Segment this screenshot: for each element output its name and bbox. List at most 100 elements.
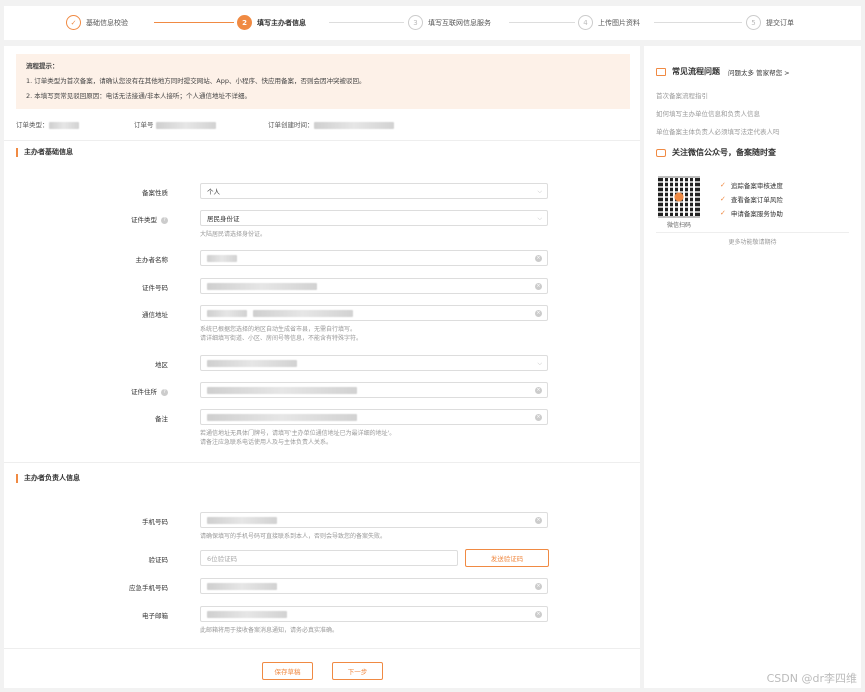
step-label: 基础信息校验 <box>86 18 128 27</box>
step-sponsor-info[interactable]: 2 填写主办者信息 <box>237 15 306 30</box>
faq-link[interactable]: 首次备案流程指引 <box>656 90 708 100</box>
field-label: 主办者名称 <box>135 256 169 264</box>
watermark: CSDN @dr李四维 <box>766 672 857 685</box>
notice-line: 1. 订单类型为首次备案，请确认您没有在其他地方同时提交网站、App、小程序、快… <box>26 77 366 85</box>
email-hint: 此邮箱将用于接收备案消息通知，请务必真实准确。 <box>200 627 339 634</box>
remark-input[interactable]: × <box>200 409 548 425</box>
side-panel: 常见流程问题 问题太多 管家帮您 > 首次备案流程指引 如何填写主办单位信息和负… <box>644 46 861 688</box>
step-submit-order[interactable]: 5 提交订单 <box>746 15 794 30</box>
field-label: 应急手机号码 <box>129 584 168 592</box>
field-label: 地区 <box>155 361 168 369</box>
notice-line: 2. 本填写页常见驳回原因：电话无法接通/非本人接听；个人通信地址不详细。 <box>26 92 251 100</box>
field-label: 证件类型? <box>68 214 168 224</box>
faq-header: 常见流程问题 问题太多 管家帮您 > <box>656 66 790 77</box>
check-icon: ✓ <box>720 209 726 217</box>
step-internet-service[interactable]: 3 填写互联网信息服务 <box>408 15 491 30</box>
id-type-hint: 大陆居民请选择身份证。 <box>200 231 267 238</box>
check-icon: ✓ <box>720 181 726 189</box>
qr-caption: 微信扫码 <box>666 222 691 229</box>
clear-icon[interactable]: × <box>535 387 542 394</box>
help-icon[interactable]: ? <box>161 388 168 396</box>
help-icon[interactable]: ? <box>161 216 168 224</box>
step-upload-images[interactable]: 4 上传图片资料 <box>578 15 640 30</box>
field-label: 证件号码 <box>142 284 168 292</box>
address-hint: 系统已根据您选择的地区自动生成省市县，无需自行填写。 <box>200 326 357 333</box>
step-label: 填写主办者信息 <box>257 18 306 27</box>
step-label: 上传图片资料 <box>598 18 640 27</box>
clear-icon[interactable]: × <box>535 583 542 590</box>
page: ✓ 基础信息校验 2 填写主办者信息 3 填写互联网信息服务 4 上传图片资料 … <box>0 0 865 692</box>
notice-title: 流程提示： <box>26 62 59 70</box>
order-number: 订单号 <box>134 119 216 129</box>
step-number: 5 <box>746 15 761 30</box>
wechat-icon <box>656 148 666 157</box>
clear-icon[interactable]: × <box>535 414 542 421</box>
section-title-sponsor-principal: 主办者负责人信息 <box>16 474 80 483</box>
step-number: 4 <box>578 15 593 30</box>
step-number: 2 <box>237 15 252 30</box>
step-connector <box>654 22 742 23</box>
faq-more-link[interactable]: 问题太多 管家帮您 > <box>728 67 790 77</box>
step-connector <box>329 22 404 23</box>
clear-icon[interactable]: × <box>535 517 542 524</box>
phone-input[interactable]: × <box>200 512 548 528</box>
chevron-down-icon: ⌵ <box>537 188 542 195</box>
step-label: 填写互联网信息服务 <box>428 18 491 27</box>
id-type-select[interactable]: 居民身份证 ⌵ <box>200 210 548 226</box>
order-created-time: 订单创建时间： <box>268 119 394 129</box>
clear-icon[interactable]: × <box>535 611 542 618</box>
faq-link[interactable]: 如何填写主办单位信息和负责人信息 <box>656 108 760 118</box>
step-connector <box>154 22 234 23</box>
id-address-input[interactable]: × <box>200 382 548 398</box>
save-draft-button[interactable]: 保存草稿 <box>262 662 313 680</box>
order-type: 订单类型： <box>16 119 79 129</box>
field-label: 证件住所? <box>68 386 168 396</box>
clear-icon[interactable]: × <box>535 310 542 317</box>
address-input[interactable]: × <box>200 305 548 321</box>
section-title-sponsor-basic: 主办者基础信息 <box>16 148 73 157</box>
next-step-button[interactable]: 下一步 <box>332 662 383 680</box>
check-icon: ✓ <box>66 15 81 30</box>
feature-item: ✓ 申请备案服务协助 <box>720 209 783 218</box>
send-code-button[interactable]: 发送验证码 <box>465 549 549 567</box>
feature-item: ✓ 追踪备案审核进度 <box>720 181 783 190</box>
divider <box>4 140 640 141</box>
divider <box>4 648 640 649</box>
remark-hint: 请备注应急联系电话使用人及与主体负责人关系。 <box>200 439 333 446</box>
verification-code-input[interactable]: 6位验证码 <box>200 550 458 566</box>
check-icon: ✓ <box>720 195 726 203</box>
divider <box>4 462 640 463</box>
field-label: 手机号码 <box>142 518 168 526</box>
address-hint: 请详细填写街道、小区、房间号等信息，不能含有特殊字符。 <box>200 335 363 342</box>
remark-hint: 若通信地址无具体门牌号，请填写'主办单位通信地址已为最详细的地址'。 <box>200 430 396 437</box>
phone-hint: 请确保填写的手机号码可直接联系到本人，否则会导致您的备案失败。 <box>200 533 387 540</box>
divider <box>656 232 849 233</box>
more-features-text: 更多功能敬请期待 <box>728 239 777 246</box>
chat-icon <box>656 67 666 76</box>
qr-logo-icon <box>658 176 700 218</box>
clear-icon[interactable]: × <box>535 255 542 262</box>
progress-stepper: ✓ 基础信息校验 2 填写主办者信息 3 填写互联网信息服务 4 上传图片资料 … <box>4 6 861 40</box>
email-input[interactable]: × <box>200 606 548 622</box>
field-label: 电子邮箱 <box>142 612 168 620</box>
process-notice: 流程提示： 1. 订单类型为首次备案，请确认您没有在其他地方同时提交网站、App… <box>16 54 630 109</box>
chevron-down-icon: ⌵ <box>537 215 542 222</box>
field-label: 备注 <box>155 415 168 423</box>
clear-icon[interactable]: × <box>535 283 542 290</box>
step-basic-check[interactable]: ✓ 基础信息校验 <box>66 15 128 30</box>
step-connector <box>509 22 575 23</box>
sponsor-name-input[interactable]: × <box>200 250 548 266</box>
feature-item: ✓ 查看备案订单风险 <box>720 195 783 204</box>
wechat-header: 关注微信公众号，备案随时查 <box>656 147 776 158</box>
field-label: 验证码 <box>148 556 169 564</box>
field-label: 通信地址 <box>142 311 168 319</box>
faq-link[interactable]: 单位备案主体负责人必须填写法定代表人吗 <box>656 126 780 136</box>
form-card: 流程提示： 1. 订单类型为首次备案，请确认您没有在其他地方同时提交网站、App… <box>4 46 640 688</box>
chevron-down-icon: ⌵ <box>537 360 542 367</box>
emergency-phone-input[interactable]: × <box>200 578 548 594</box>
region-select[interactable]: ⌵ <box>200 355 548 371</box>
id-number-input[interactable]: × <box>200 278 548 294</box>
step-number: 3 <box>408 15 423 30</box>
step-label: 提交订单 <box>766 18 794 27</box>
nature-select[interactable]: 个人 ⌵ <box>200 183 548 199</box>
